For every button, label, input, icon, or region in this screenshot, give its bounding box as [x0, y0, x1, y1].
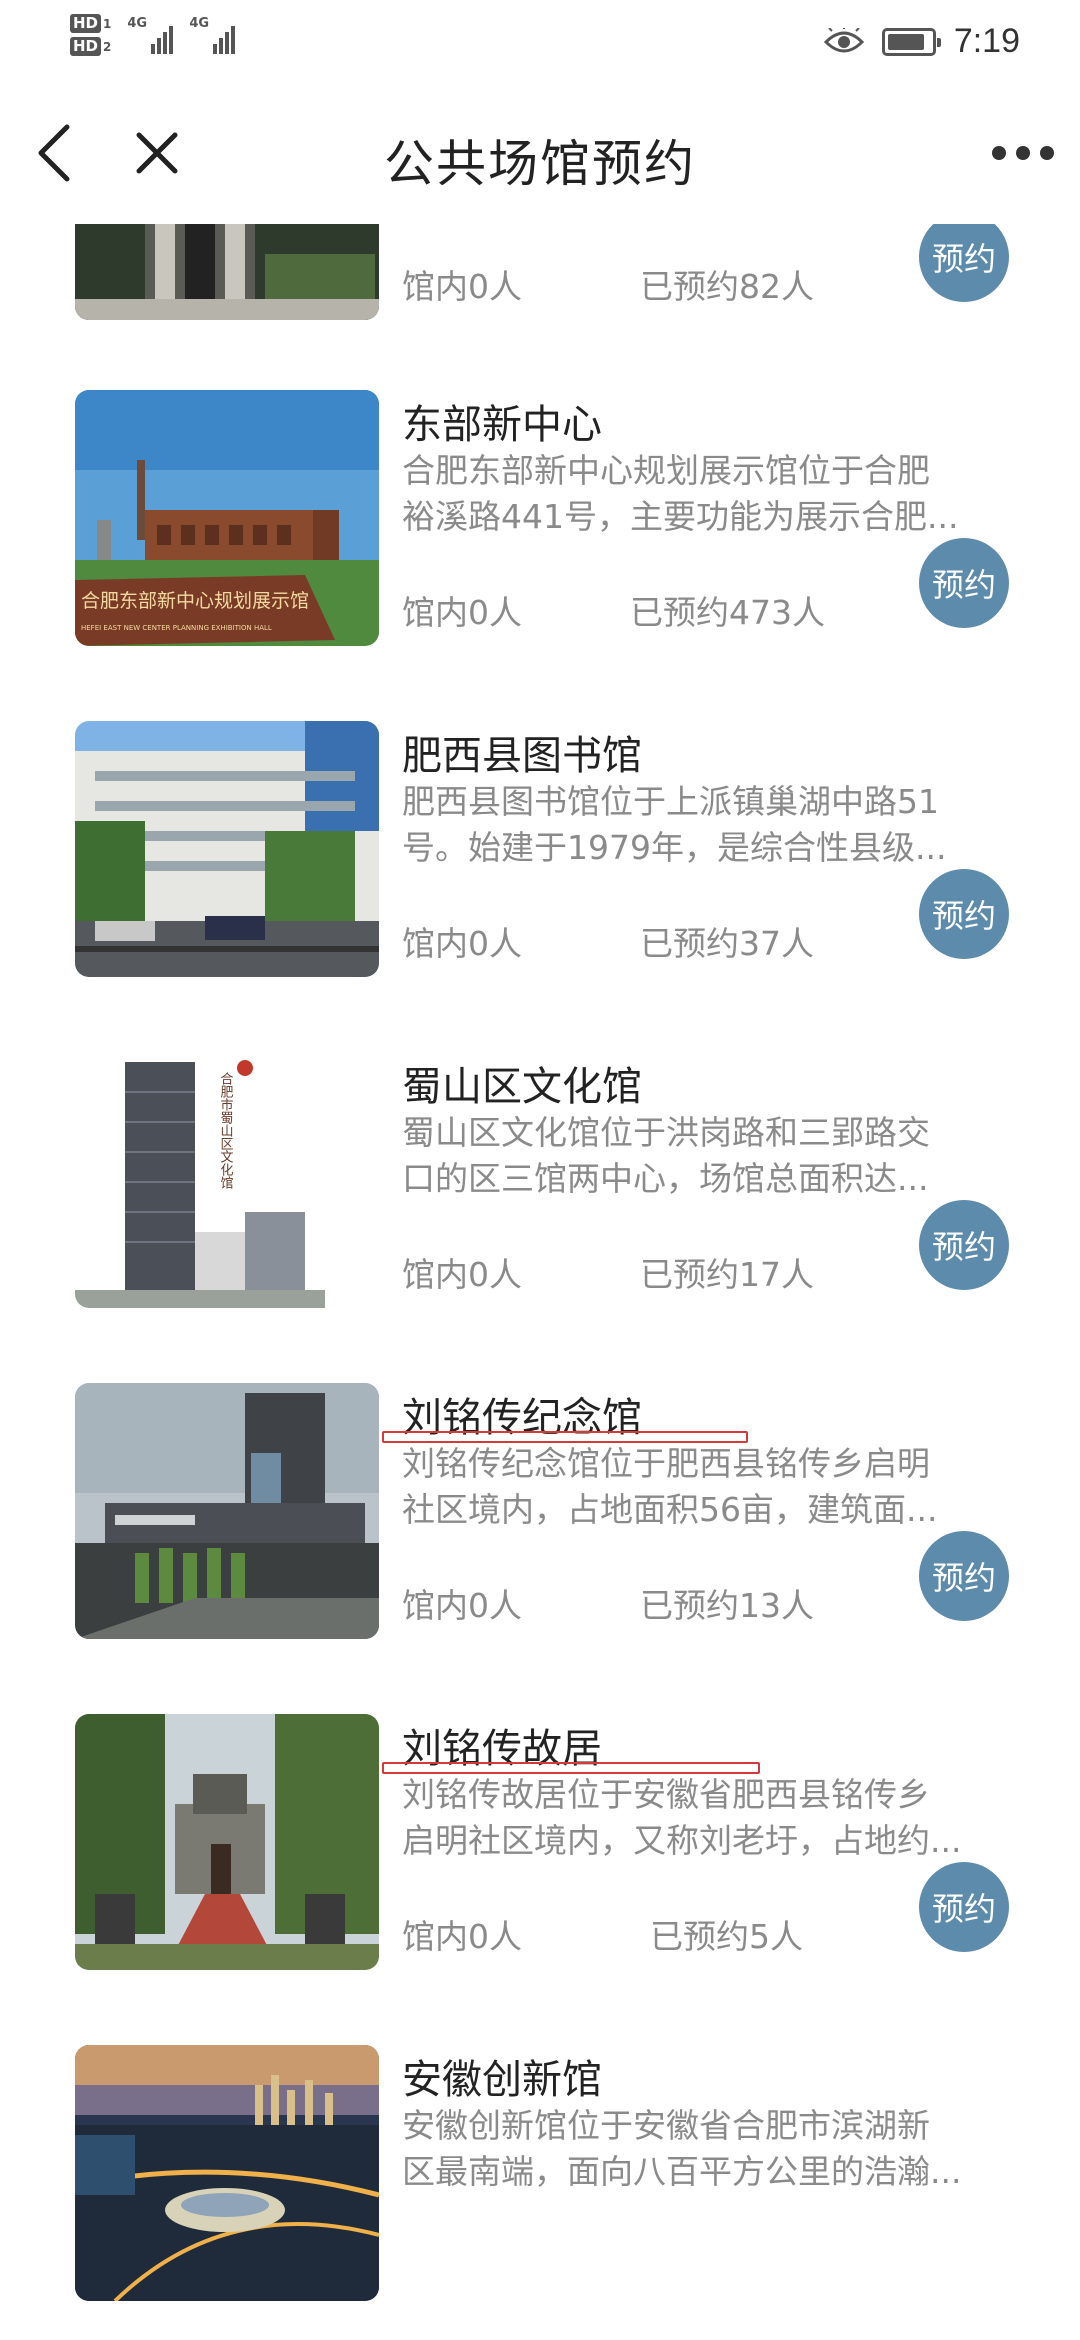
venue-thumbnail — [75, 721, 379, 977]
status-right: 7:19 — [823, 22, 1020, 61]
venue-description: 肥西县图书馆位于上派镇巢湖中路51 号。始建于1979年，是综合性县级... — [402, 779, 1002, 871]
venue-thumbnail: 合肥东部新中心规划展示馆 HEFEI EAST NEW CENTER PLANN… — [75, 390, 379, 646]
signal-2-label: 4G — [189, 16, 210, 31]
venue-description: 合肥东部新中心规划展示馆位于合肥 裕溪路441号，主要功能为展示合肥... — [402, 448, 1002, 540]
hd-2-number: 2 — [103, 39, 112, 54]
venue-description-line: 安徽创新馆位于安徽省合肥市滨湖新 — [402, 2106, 930, 2145]
venue-booked-count: 已预约13人 — [640, 1586, 814, 1625]
status-bar: HD 1 HD 2 4G 4G 7:19 — [0, 0, 1080, 84]
venue-description-line: 区最南端，面向八百平方公里的浩瀚... — [402, 2152, 962, 2191]
more-button[interactable] — [988, 118, 1058, 188]
battery-icon — [881, 27, 941, 56]
venue-name: 蜀山区文化馆 — [402, 1064, 642, 1110]
venue-description: 蜀山区文化馆位于洪岗路和三郢路交 口的区三馆两中心，场馆总面积达... — [402, 1110, 1002, 1202]
venue-inside-count: 馆内0人 — [402, 1255, 522, 1294]
venue-inside-count: 馆内0人 — [402, 1586, 522, 1625]
hd-1-label: HD — [70, 14, 102, 33]
book-button[interactable]: 预约 — [919, 1200, 1009, 1290]
network-indicators: HD 1 HD 2 4G 4G — [70, 14, 236, 56]
venue-description-line: 启明社区境内，又称刘老圩，占地约... — [402, 1821, 962, 1860]
page-title: 公共场馆预约 — [384, 135, 696, 193]
signal-1-label: 4G — [127, 16, 148, 31]
clock: 7:19 — [953, 22, 1020, 60]
signal-2-icon: 4G — [189, 14, 236, 54]
venue-booked-count: 已预约82人 — [640, 267, 814, 306]
venue-description-line: 社区境内，占地面积56亩，建筑面... — [402, 1490, 938, 1529]
venue-booked-count: 已预约473人 — [630, 593, 825, 632]
venue-description-line: 刘铭传故居位于安徽省肥西县铭传乡 — [402, 1775, 930, 1814]
venue-sign-text: 合肥东部新中心规划展示馆 — [81, 590, 309, 612]
hd-1-number: 1 — [103, 16, 112, 31]
venue-thumbnail — [75, 1714, 379, 1970]
hd-indicators: HD 1 HD 2 — [70, 14, 111, 56]
venue-name: 东部新中心 — [402, 402, 602, 448]
eye-comfort-icon — [823, 27, 864, 56]
venue-item[interactable]: 合肥东部新中心规划展示馆 HEFEI EAST NEW CENTER PLANN… — [0, 390, 1080, 650]
venue-description-line: 合肥东部新中心规划展示馆位于合肥 — [402, 451, 930, 490]
book-button[interactable]: 预约 — [919, 1531, 1009, 1621]
venue-inside-count: 馆内0人 — [402, 1917, 522, 1956]
venue-inside-count: 馆内0人 — [402, 267, 522, 306]
venue-description-line: 号。始建于1979年，是综合性县级... — [402, 828, 947, 867]
hd-1-indicator: HD 1 — [70, 14, 111, 33]
more-dots-icon — [992, 146, 1054, 160]
venue-inside-count: 馆内0人 — [402, 593, 522, 632]
venue-description-line: 肥西县图书馆位于上派镇巢湖中路51 — [402, 782, 939, 821]
book-button[interactable]: 预约 — [919, 1862, 1009, 1952]
book-button[interactable]: 预约 — [919, 869, 1009, 959]
venue-description-line: 蜀山区文化馆位于洪岗路和三郢路交 — [402, 1113, 930, 1152]
venue-booked-count: 已预约37人 — [640, 924, 814, 963]
venue-item[interactable]: 馆内0人 已预约82人 预约 — [0, 224, 1080, 324]
venue-thumbnail — [75, 1383, 379, 1639]
hd-2-indicator: HD 2 — [70, 37, 111, 56]
venue-booked-count: 已预约17人 — [640, 1255, 814, 1294]
venue-item[interactable]: 肥西县图书馆 肥西县图书馆位于上派镇巢湖中路51 号。始建于1979年，是综合性… — [0, 721, 1080, 981]
venue-name: 肥西县图书馆 — [402, 733, 642, 779]
venue-sign-text: 合肥市蜀山区文化馆 — [218, 1072, 234, 1189]
signal-1-icon: 4G — [127, 14, 174, 54]
venue-description-line: 裕溪路441号，主要功能为展示合肥... — [402, 497, 959, 536]
venue-thumbnail: 合肥市蜀山区文化馆 — [75, 1052, 379, 1308]
book-button[interactable]: 预约 — [919, 538, 1009, 628]
book-button[interactable]: 预约 — [919, 224, 1009, 302]
venue-name: 安徽创新馆 — [402, 2057, 602, 2103]
venue-item[interactable]: 安徽创新馆 安徽创新馆位于安徽省合肥市滨湖新 区最南端，面向八百平方公里的浩瀚.… — [0, 2045, 1080, 2305]
venue-booked-count: 已预约5人 — [650, 1917, 803, 1956]
venue-list[interactable]: 馆内0人 已预约82人 预约 合肥东部新中心规划展示馆 HEFEI EAST N… — [0, 224, 1080, 2340]
venue-description: 安徽创新馆位于安徽省合肥市滨湖新 区最南端，面向八百平方公里的浩瀚... — [402, 2103, 1002, 2195]
venue-thumbnail — [75, 224, 379, 320]
venue-item[interactable]: 合肥市蜀山区文化馆 蜀山区文化馆 蜀山区文化馆位于洪岗路和三郢路交 口的区三馆两… — [0, 1052, 1080, 1312]
venue-sign-subtext: HEFEI EAST NEW CENTER PLANNING EXHIBITIO… — [81, 624, 272, 632]
venue-item[interactable]: 刘铭传纪念馆 刘铭传纪念馆位于肥西县铭传乡启明 社区境内，占地面积56亩，建筑面… — [0, 1383, 1080, 1643]
venue-description-line: 口的区三馆两中心，场馆总面积达... — [402, 1159, 929, 1198]
hd-2-label: HD — [70, 37, 102, 56]
venue-thumbnail — [75, 2045, 379, 2301]
venue-description-line: 刘铭传纪念馆位于肥西县铭传乡启明 — [402, 1444, 930, 1483]
nav-bar: 公共场馆预约 — [0, 84, 1080, 224]
venue-description: 刘铭传故居位于安徽省肥西县铭传乡 启明社区境内，又称刘老圩，占地约... — [402, 1772, 1002, 1864]
venue-inside-count: 馆内0人 — [402, 924, 522, 963]
battery-level — [887, 33, 924, 50]
venue-item[interactable]: 刘铭传故居 刘铭传故居位于安徽省肥西县铭传乡 启明社区境内，又称刘老圩，占地约.… — [0, 1714, 1080, 1974]
venue-description: 刘铭传纪念馆位于肥西县铭传乡启明 社区境内，占地面积56亩，建筑面... — [402, 1441, 1002, 1533]
